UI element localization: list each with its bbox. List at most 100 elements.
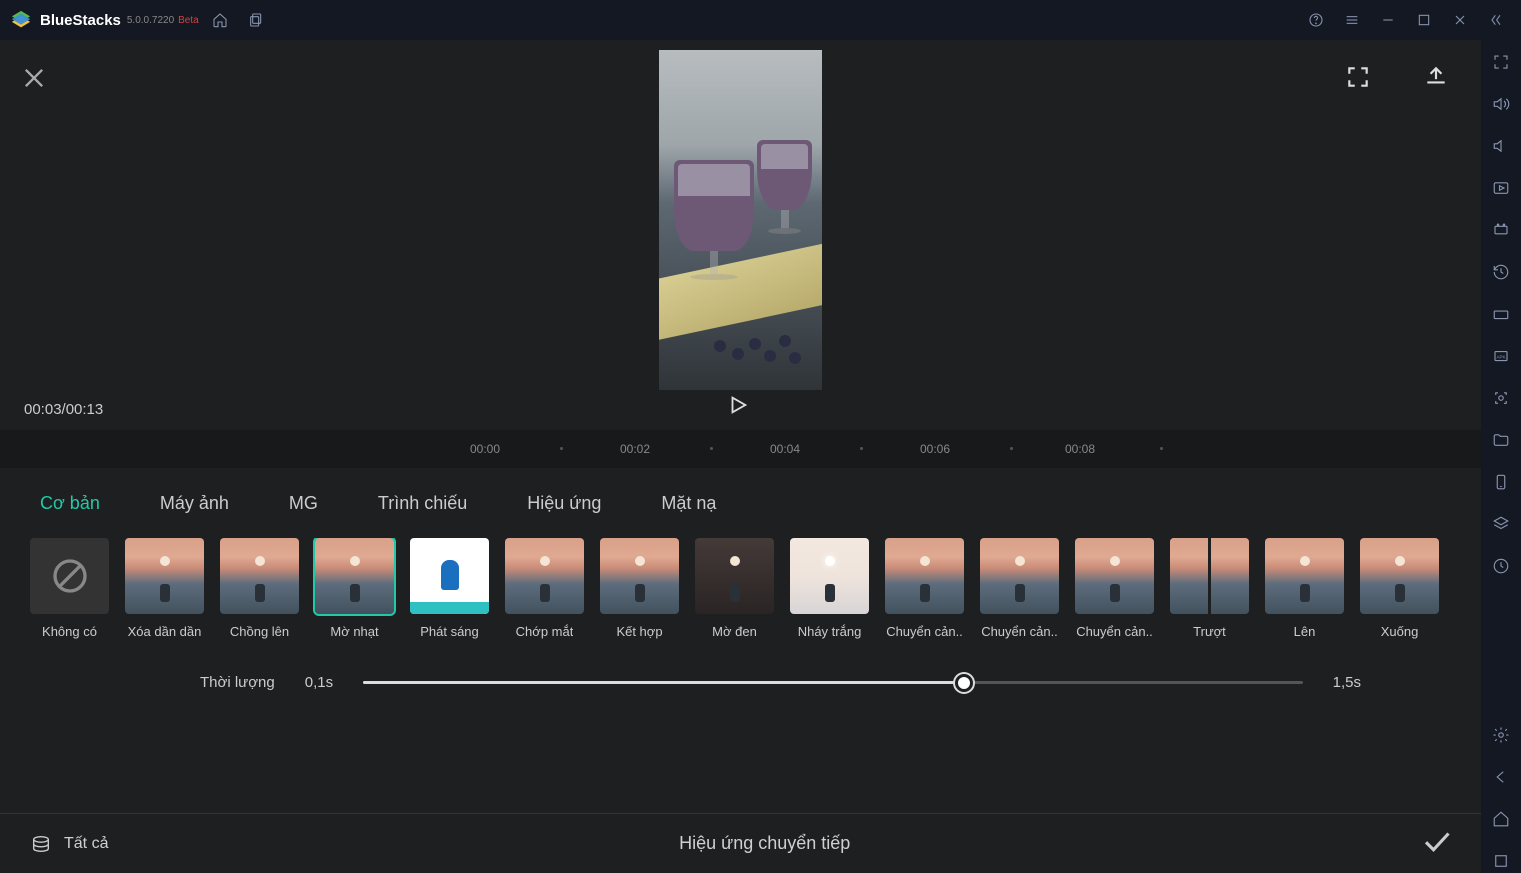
transition-thumb[interactable] (1075, 538, 1154, 614)
keyboard-icon[interactable] (1489, 302, 1513, 326)
back-icon[interactable] (1489, 765, 1513, 789)
transition-thumb[interactable] (1360, 538, 1439, 614)
nav-home-icon[interactable] (1489, 807, 1513, 831)
app-beta-label: Beta (178, 15, 199, 26)
transition-thumb[interactable] (980, 538, 1059, 614)
maximize-icon[interactable] (1409, 5, 1439, 35)
transition-item: Trượt (1170, 538, 1249, 639)
titlebar: BlueStacks 5.0.0.7220 Beta (0, 0, 1521, 40)
transition-thumb[interactable] (505, 538, 584, 614)
transition-item: Mờ đen (695, 538, 774, 639)
preview-frame (659, 50, 822, 390)
ruler-tick: 00:08 (1065, 442, 1095, 456)
transition-thumb[interactable] (695, 538, 774, 614)
transition-thumb[interactable] (410, 538, 489, 614)
home-icon[interactable] (205, 5, 235, 35)
transition-item: Xóa dần dần (125, 538, 204, 639)
transition-label: Xóa dần dần (128, 624, 202, 639)
editor: 00:03/00:13 00:00 00:02 00:04 00:06 00:0… (0, 40, 1481, 873)
close-editor-button[interactable] (20, 64, 52, 96)
tab-0[interactable]: Cơ bản (40, 493, 100, 514)
close-icon[interactable] (1445, 5, 1475, 35)
export-icon[interactable] (1423, 64, 1451, 92)
app-version: 5.0.0.7220 (127, 15, 174, 26)
timeline-ruler[interactable]: 00:00 00:02 00:04 00:06 00:08 (0, 430, 1481, 468)
transition-item: Xuống (1360, 538, 1439, 639)
transition-label: Chuyển cản.. (886, 624, 963, 639)
transition-item: Kết hợp (600, 538, 679, 639)
transition-item: Lên (1265, 538, 1344, 639)
transition-thumb[interactable] (1265, 538, 1344, 614)
transition-thumb[interactable] (125, 538, 204, 614)
transition-thumb[interactable] (885, 538, 964, 614)
collapse-icon[interactable] (1481, 5, 1511, 35)
minimize-icon[interactable] (1373, 5, 1403, 35)
app-name: BlueStacks (40, 12, 121, 29)
ruler-tick: 00:04 (770, 442, 800, 456)
duration-min: 0,1s (305, 674, 333, 691)
transition-thumb[interactable] (220, 538, 299, 614)
transition-thumb[interactable] (600, 538, 679, 614)
volume-icon[interactable] (1489, 134, 1513, 158)
tab-1[interactable]: Máy ảnh (160, 493, 229, 514)
transition-label: Nháy trắng (798, 624, 862, 639)
transition-item: Không có (30, 538, 109, 639)
expand-icon[interactable] (1345, 64, 1373, 92)
screenshot-icon[interactable] (1489, 176, 1513, 200)
time-display: 00:03/00:13 (24, 401, 103, 418)
copy-icon[interactable] (241, 5, 271, 35)
transition-thumb[interactable] (30, 538, 109, 614)
transition-thumb[interactable] (315, 538, 394, 614)
transition-label: Không có (42, 624, 97, 639)
tab-4[interactable]: Hiệu ứng (527, 493, 601, 514)
transition-thumb[interactable] (790, 538, 869, 614)
ruler-tick: 00:02 (620, 442, 650, 456)
bottom-bar: Tất cả Hiệu ứng chuyển tiếp (0, 813, 1481, 873)
duration-slider[interactable] (363, 681, 1303, 684)
apk-icon[interactable]: APK (1489, 344, 1513, 368)
panel-title: Hiệu ứng chuyển tiếp (108, 833, 1421, 854)
folder-icon[interactable] (1489, 428, 1513, 452)
transition-item: Mờ nhạt (315, 538, 394, 639)
apply-all-button[interactable]: Tất cả (30, 833, 108, 855)
transition-item: Nháy trắng (790, 538, 869, 639)
recent-icon[interactable] (1489, 849, 1513, 873)
play-button[interactable] (727, 394, 755, 422)
tab-row: Cơ bản Máy ảnh MG Trình chiếu Hiệu ứng Mặt nạ (0, 468, 1481, 538)
volume-up-icon[interactable] (1489, 92, 1513, 116)
mobile-icon[interactable] (1489, 470, 1513, 494)
record-icon[interactable] (1489, 218, 1513, 242)
confirm-button[interactable] (1421, 826, 1451, 861)
camera-icon[interactable] (1489, 386, 1513, 410)
tab-3[interactable]: Trình chiếu (378, 493, 467, 514)
transition-label: Xuống (1381, 624, 1419, 639)
transition-label: Chuyển cản.. (1076, 624, 1153, 639)
ruler-tick: 00:00 (470, 442, 500, 456)
clock-icon[interactable] (1489, 554, 1513, 578)
bluestacks-logo-icon (10, 9, 32, 31)
right-sidebar: APK (1481, 40, 1521, 873)
preview-area: 00:03/00:13 (0, 40, 1481, 430)
tab-2[interactable]: MG (289, 493, 318, 514)
transition-item: Phát sáng (410, 538, 489, 639)
transitions-strip: Không có Xóa dần dần Chồng lên Mờ nhạt Phát … (0, 538, 1481, 639)
transition-item: Chớp mắt (505, 538, 584, 639)
transition-label: Chớp mắt (516, 624, 574, 639)
settings-icon[interactable] (1489, 723, 1513, 747)
help-icon[interactable] (1301, 5, 1331, 35)
transition-thumb[interactable] (1170, 538, 1249, 614)
svg-text:APK: APK (1496, 354, 1505, 359)
duration-label: Thời lượng (200, 674, 275, 691)
history-icon[interactable] (1489, 260, 1513, 284)
transition-item: Chuyển cản.. (980, 538, 1059, 639)
transition-label: Mờ nhạt (330, 624, 378, 639)
transition-item: Chuyển cản.. (885, 538, 964, 639)
transition-label: Lên (1294, 624, 1316, 639)
fullscreen-icon[interactable] (1489, 50, 1513, 74)
layers-icon[interactable] (1489, 512, 1513, 536)
transition-item: Chuyển cản.. (1075, 538, 1154, 639)
transition-label: Mờ đen (712, 624, 757, 639)
menu-icon[interactable] (1337, 5, 1367, 35)
transition-label: Chồng lên (230, 624, 289, 639)
tab-5[interactable]: Mặt nạ (661, 493, 716, 514)
